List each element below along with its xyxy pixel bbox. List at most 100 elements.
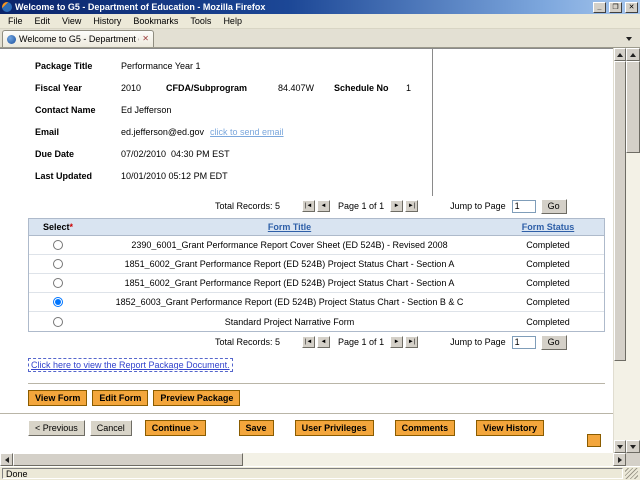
- scroll-up-button[interactable]: [626, 48, 640, 61]
- select-cell: [29, 278, 87, 288]
- tab-welcome-g5[interactable]: Welcome to G5 - Department of Edu... ✕: [2, 30, 154, 47]
- frame-scrollbar-vertical[interactable]: [613, 48, 626, 453]
- scrollbar-thumb[interactable]: [626, 61, 640, 153]
- jump-to-page-input[interactable]: [512, 336, 536, 349]
- first-page-button[interactable]: |◄: [302, 336, 315, 348]
- scroll-down-button[interactable]: [626, 440, 640, 453]
- frame-scroll-up-button[interactable]: [614, 48, 626, 61]
- browser-scrollbar-vertical[interactable]: [626, 48, 640, 466]
- user-privileges-button[interactable]: User Privileges: [295, 420, 374, 436]
- menu-view[interactable]: View: [56, 16, 87, 26]
- row-package-title: Package Title Performance Year 1: [0, 55, 432, 77]
- details-side-panel: [432, 49, 613, 196]
- comments-button[interactable]: Comments: [395, 420, 456, 436]
- table-row[interactable]: 2390_6001_Grant Performance Report Cover…: [29, 236, 604, 255]
- report-package-link-row: Click here to view the Report Package Do…: [28, 360, 613, 376]
- continue-button[interactable]: Continue >: [145, 420, 206, 436]
- schedule-no-value: 1: [406, 83, 411, 93]
- cfda-value: 84.407W: [278, 83, 334, 93]
- form-select-radio[interactable]: [53, 317, 63, 327]
- menu-file[interactable]: File: [2, 16, 29, 26]
- form-actions-row: View Form Edit Form Preview Package: [28, 389, 613, 406]
- page-indicator: Page 1 of 1: [338, 337, 384, 347]
- view-history-button[interactable]: View History: [476, 420, 544, 436]
- frame-scroll-down-button[interactable]: [614, 440, 626, 453]
- row-fiscal-year: Fiscal Year 2010 CFDA/Subprogram 84.407W…: [0, 77, 432, 99]
- page-content: Package Title Performance Year 1 Fiscal …: [0, 48, 613, 453]
- save-button[interactable]: Save: [239, 420, 274, 436]
- go-button[interactable]: Go: [541, 199, 567, 214]
- scroll-top-button[interactable]: [587, 434, 601, 447]
- first-page-button[interactable]: |◄: [302, 200, 315, 212]
- form-select-radio[interactable]: [53, 240, 63, 250]
- select-column-header: Select*: [29, 222, 87, 232]
- report-package-link[interactable]: Click here to view the Report Package Do…: [28, 358, 233, 372]
- last-page-button[interactable]: ►|: [405, 200, 418, 212]
- next-page-button[interactable]: ►: [390, 200, 403, 212]
- hscrollbar-thumb[interactable]: [13, 453, 243, 466]
- menu-history[interactable]: History: [87, 16, 127, 26]
- menu-tools[interactable]: Tools: [184, 16, 217, 26]
- scroll-left-button[interactable]: [0, 453, 13, 466]
- package-title-value: Performance Year 1: [121, 61, 201, 71]
- tab-list-button[interactable]: [622, 32, 636, 46]
- divider: [28, 383, 605, 384]
- form-status-header[interactable]: Form Status: [492, 222, 604, 232]
- jump-to-page-label: Jump to Page: [450, 201, 506, 211]
- table-row[interactable]: 1851_6002_Grant Performance Report (ED 5…: [29, 255, 604, 274]
- frame-scrollbar-thumb[interactable]: [614, 61, 626, 361]
- send-email-link[interactable]: click to send email: [210, 127, 284, 137]
- select-cell: [29, 240, 87, 250]
- jump-to-page-input[interactable]: [512, 200, 536, 213]
- maximize-button[interactable]: ❐: [609, 2, 622, 13]
- last-page-button[interactable]: ►|: [405, 336, 418, 348]
- form-status-cell: Completed: [492, 240, 604, 250]
- form-select-radio[interactable]: [53, 259, 63, 269]
- table-row[interactable]: Standard Project Narrative Form Complete…: [29, 312, 604, 331]
- hscrollbar-track[interactable]: [243, 453, 613, 466]
- close-button[interactable]: ✕: [625, 2, 638, 13]
- form-title-header[interactable]: Form Title: [87, 222, 492, 232]
- next-page-button[interactable]: ►: [390, 336, 403, 348]
- jump-to-page-label: Jump to Page: [450, 337, 506, 347]
- chevron-down-icon: [626, 37, 632, 41]
- cancel-button[interactable]: Cancel: [90, 420, 132, 436]
- form-status-cell: Completed: [492, 259, 604, 269]
- resize-grip[interactable]: [625, 468, 638, 479]
- scrollbar-track[interactable]: [626, 153, 640, 440]
- titlebar: Welcome to G5 - Department of Education …: [0, 0, 640, 14]
- view-form-button[interactable]: View Form: [28, 390, 87, 406]
- edit-form-button[interactable]: Edit Form: [92, 390, 148, 406]
- contact-name-value: Ed Jefferson: [121, 105, 171, 115]
- go-button[interactable]: Go: [541, 335, 567, 350]
- scrollbar-corner: [626, 453, 640, 466]
- frame-scrollbar-track[interactable]: [614, 361, 626, 440]
- menu-help[interactable]: Help: [217, 16, 248, 26]
- select-cell: [29, 297, 87, 307]
- scroll-right-button[interactable]: [613, 453, 626, 466]
- status-text: Done: [2, 468, 623, 479]
- minimize-button[interactable]: _: [593, 2, 606, 13]
- prev-page-button[interactable]: ◄: [317, 200, 330, 212]
- form-status-cell: Completed: [492, 278, 604, 288]
- due-date-label: Due Date: [35, 149, 121, 159]
- tabbar: Welcome to G5 - Department of Edu... ✕: [0, 29, 640, 48]
- preview-package-button[interactable]: Preview Package: [153, 390, 240, 406]
- tab-close-icon[interactable]: ✕: [142, 35, 149, 43]
- firefox-icon: [2, 2, 12, 12]
- email-value: ed.jefferson@ed.gov: [121, 127, 204, 137]
- form-select-radio[interactable]: [53, 297, 63, 307]
- menubar: File Edit View History Bookmarks Tools H…: [0, 14, 640, 29]
- table-row[interactable]: 1851_6002_Grant Performance Report (ED 5…: [29, 274, 604, 293]
- menu-edit[interactable]: Edit: [29, 16, 57, 26]
- previous-button[interactable]: < Previous: [28, 420, 85, 436]
- package-details: Package Title Performance Year 1 Fiscal …: [0, 48, 613, 196]
- table-row[interactable]: 1852_6003_Grant Performance Report (ED 5…: [29, 293, 604, 312]
- form-title-cell: 1851_6002_Grant Performance Report (ED 5…: [87, 278, 492, 288]
- menu-bookmarks[interactable]: Bookmarks: [127, 16, 184, 26]
- cfda-label: CFDA/Subprogram: [166, 83, 278, 93]
- form-select-radio[interactable]: [53, 278, 63, 288]
- browser-scrollbar-horizontal[interactable]: [0, 453, 626, 466]
- arrow-down-icon: [630, 445, 636, 449]
- prev-page-button[interactable]: ◄: [317, 336, 330, 348]
